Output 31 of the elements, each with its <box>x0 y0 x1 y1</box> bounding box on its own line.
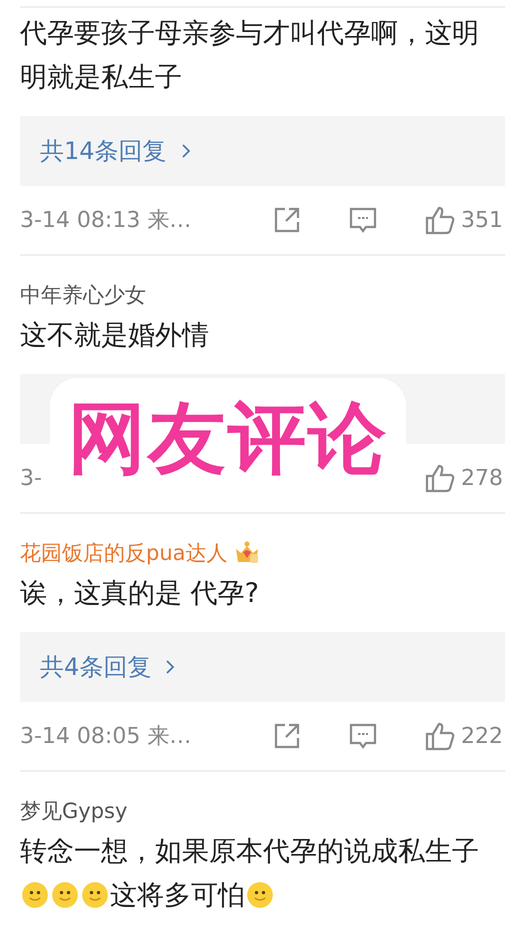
replies-link[interactable]: 共4条回复 <box>40 651 152 683</box>
user-name[interactable]: 中年养心少女 <box>20 281 146 309</box>
comment-time: 3- <box>20 466 43 490</box>
comment-text: 转念一想，如果原本代孕的说成私生子 <box>20 836 479 867</box>
smiley-emoji-icon <box>21 881 49 909</box>
replies-panel[interactable]: 共14条回复 <box>20 116 505 186</box>
comment-icon[interactable] <box>348 205 378 235</box>
user-name[interactable]: 梦见Gypsy <box>20 797 128 825</box>
thumbs-up-icon[interactable] <box>424 720 456 752</box>
share-icon[interactable] <box>272 205 302 235</box>
smiley-emoji-icon <box>51 881 79 909</box>
comment-time: 3-14 08:13 来… <box>20 207 192 235</box>
comment-time: 3-14 08:05 来… <box>20 723 192 751</box>
replies-link[interactable]: 共14条回复 <box>40 135 167 167</box>
replies-panel[interactable]: 共4条回复 <box>20 632 505 702</box>
comment-text: 代孕要孩子母亲参与才叫代孕啊，这明明就是私生子 <box>20 18 479 93</box>
smiley-emoji-icon <box>246 881 274 909</box>
thumbs-up-icon[interactable] <box>424 462 456 494</box>
like-count: 351 <box>461 208 503 232</box>
comment-text: 这不就是婚外情 <box>20 320 209 351</box>
comment-icon[interactable] <box>348 721 378 751</box>
comment-text: 这将多可怕 <box>110 880 245 911</box>
comment-text: 诶，这真的是 代孕? <box>20 578 259 609</box>
user-name[interactable]: 花园饭店的反pua达人 <box>20 539 228 567</box>
thumbs-up-icon[interactable] <box>424 204 456 236</box>
chevron-right-icon <box>180 143 191 159</box>
share-icon[interactable] <box>272 721 302 751</box>
smiley-emoji-icon <box>81 881 109 909</box>
chevron-right-icon <box>165 659 176 675</box>
like-count: 222 <box>461 724 503 748</box>
like-count: 278 <box>461 466 503 490</box>
